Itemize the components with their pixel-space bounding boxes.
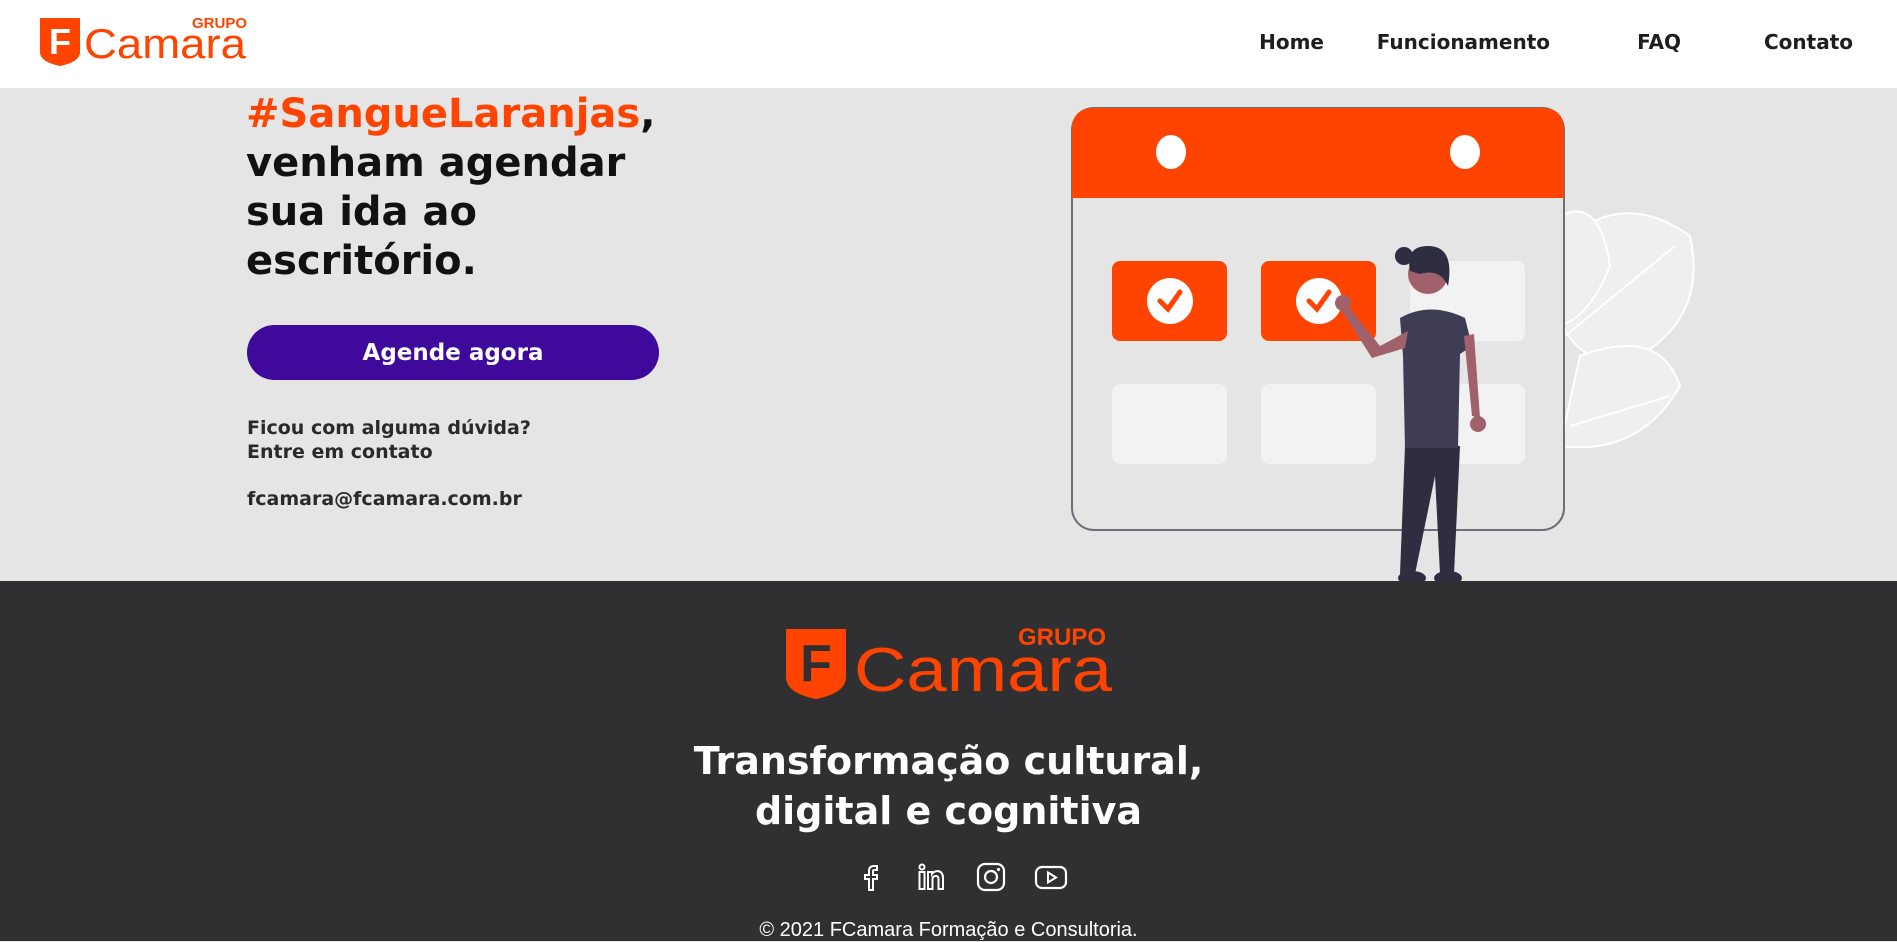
headline-rest: venham agendar sua ida ao escritório. [246,140,626,284]
calendar-illustration [1071,107,1695,585]
nav-funcionamento[interactable]: Funcionamento [1377,30,1550,54]
site-footer: F Camara GRUPO Transformação cultural, d… [0,581,1897,941]
leaf-decoration [1558,210,1695,449]
svg-text:F: F [800,635,832,693]
footer-fcamara-logo: F Camara GRUPO [786,624,1113,703]
svg-text:GRUPO: GRUPO [1018,624,1106,651]
svg-text:F: F [49,21,71,62]
site-header: F Camara GRUPO Home Funcionamento FAQ Co… [0,0,1897,88]
calendar-header [1072,108,1564,198]
hashtag-text: #SangueLaranjas [246,91,641,137]
nav-home[interactable]: Home [1259,30,1324,54]
schedule-button[interactable]: Agende agora [247,325,659,380]
youtube-icon[interactable] [1033,859,1069,895]
copyright-text: © 2021 FCamara Formação e Consultoria. [759,919,1138,941]
hero-section: #SangueLaranjas, venham agendar sua ida a… [0,88,1897,585]
linkedin-icon[interactable] [913,859,949,895]
instagram-icon[interactable] [973,859,1009,895]
contact-email-link[interactable]: fcamara@fcamara.com.br [247,488,522,510]
hero-headline: #SangueLaranjas, venham agendar sua ida a… [246,91,656,284]
contact-prompt: Ficou com alguma dúvida? Entre em contat… [247,417,531,463]
fcamara-logo[interactable]: F Camara GRUPO [38,12,248,68]
svg-text:GRUPO: GRUPO [192,15,247,32]
footer-tagline: Transformação cultural, digital e cognit… [693,739,1204,833]
facebook-icon[interactable] [853,859,889,895]
nav-contato[interactable]: Contato [1764,30,1853,54]
nav-faq[interactable]: FAQ [1637,30,1681,54]
